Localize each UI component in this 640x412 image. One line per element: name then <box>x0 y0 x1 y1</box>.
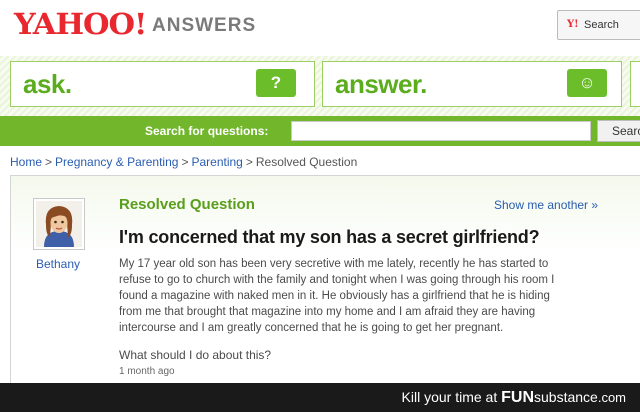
avatar-illustration <box>36 201 82 247</box>
question-body-line: intercourse and I am greatly concerned t… <box>119 322 504 334</box>
question-search-bar: Search for questions: Searc <box>0 116 640 146</box>
yahoo-logo[interactable]: YAHOO! <box>14 7 147 41</box>
question-body-line: refuse to go to church with the family a… <box>119 274 555 286</box>
breadcrumb-separator: > <box>245 155 253 169</box>
extra-panel-edge <box>630 61 640 107</box>
question-followup: What should I do about this? <box>119 348 272 362</box>
breadcrumb-parenting[interactable]: Parenting <box>191 155 242 169</box>
question-body-line: found a magazine with naked men in it. H… <box>119 290 550 302</box>
smiley-icon[interactable]: ☺ <box>567 69 607 97</box>
header: YAHOO! ANSWERS Y! Search <box>0 0 640 54</box>
search-input[interactable] <box>291 121 591 141</box>
user-avatar[interactable] <box>33 198 85 250</box>
yahoo-y-icon: Y! <box>567 19 579 30</box>
question-body-line: from me that brought that magazine into … <box>119 306 536 318</box>
top-search-button[interactable]: Y! Search <box>557 10 640 40</box>
breadcrumb-current: Resolved Question <box>255 155 358 169</box>
answer-panel[interactable]: answer. ☺ <box>322 61 622 107</box>
breadcrumb: Home > Pregnancy & Parenting > Parenting > Res… <box>10 155 357 169</box>
answer-label: answer. <box>335 69 427 99</box>
resolved-question-heading: Resolved Question <box>119 196 255 213</box>
ask-answer-band: ask. ? answer. ☺ <box>0 56 640 116</box>
answers-logo-text: ANSWERS <box>152 15 257 36</box>
search-button[interactable]: Searc <box>597 120 640 142</box>
question-timestamp: 1 month ago <box>119 366 175 377</box>
ask-panel[interactable]: ask. ? <box>10 61 315 107</box>
watermark-prefix: Kill your time at <box>401 389 498 405</box>
question-mark-icon[interactable]: ? <box>256 69 296 97</box>
avatar-image <box>36 201 82 247</box>
question-title: I'm concerned that my son has a secret g… <box>119 227 540 247</box>
ask-label: ask. <box>23 69 72 99</box>
watermark-suffix: .com <box>597 390 626 405</box>
breadcrumb-separator: > <box>181 155 189 169</box>
user-name-link[interactable]: Bethany <box>36 257 80 271</box>
top-search-label: Search <box>584 19 619 31</box>
breadcrumb-home[interactable]: Home <box>10 155 42 169</box>
watermark-brand-bold: FUN <box>501 389 534 406</box>
question-body-line: My 17 year old son has been very secreti… <box>119 258 549 270</box>
watermark-text: Kill your time at FUNsubstance.com <box>402 389 626 407</box>
breadcrumb-pregnancy-parenting[interactable]: Pregnancy & Parenting <box>55 155 178 169</box>
breadcrumb-separator: > <box>45 155 53 169</box>
watermark-bar: Kill your time at FUNsubstance.com <box>0 383 640 412</box>
show-another-link[interactable]: Show me another » <box>494 198 598 212</box>
question-body: My 17 year old son has been very secreti… <box>119 256 589 336</box>
question-card: Bethany Resolved Question Show me anothe… <box>10 175 640 395</box>
watermark-brand-rest: substance <box>534 389 598 405</box>
search-label: Search for questions: <box>145 124 269 138</box>
